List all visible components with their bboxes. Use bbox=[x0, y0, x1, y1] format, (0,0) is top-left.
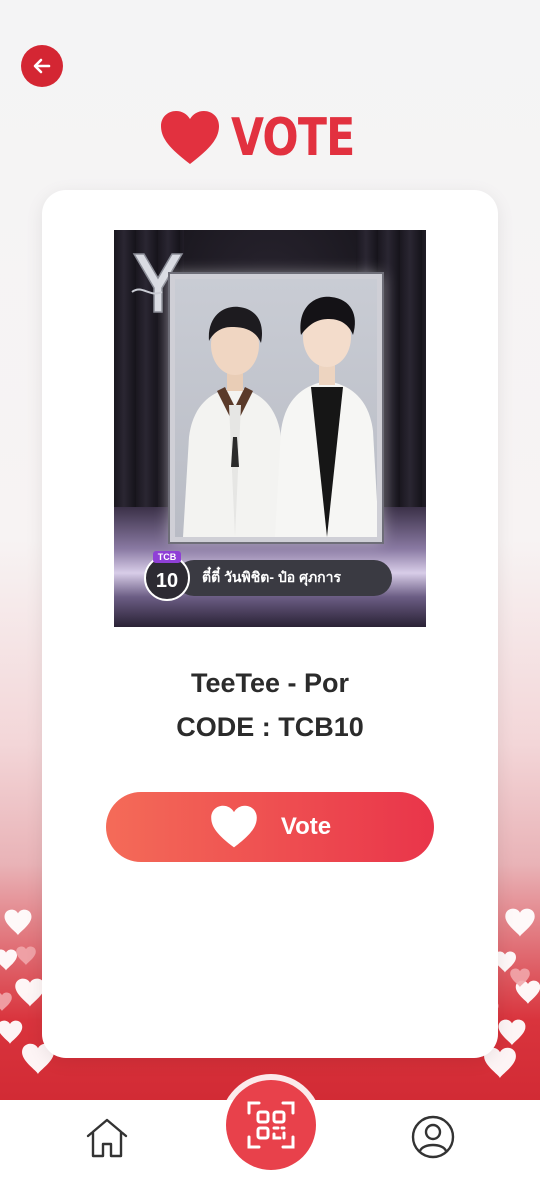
candidate-photo: TCB 10 ตี๋ตี๋ วันพิชิต- ป๋อ ศุภการ bbox=[114, 230, 426, 627]
vote-page: VOTE TCB 10 ตี๋ตี๋ วันพิชิต- ป๋อ ศุภการ … bbox=[0, 0, 540, 1200]
qr-scan-icon bbox=[247, 1101, 295, 1149]
person-right bbox=[275, 296, 377, 537]
page-title-text: VOTE bbox=[231, 108, 355, 168]
heart-icon bbox=[211, 805, 257, 848]
heart-icon bbox=[161, 111, 219, 164]
back-button[interactable] bbox=[21, 45, 63, 87]
vote-button[interactable]: Vote bbox=[106, 792, 434, 862]
photo-badge-number: 10 bbox=[155, 569, 179, 592]
page-title: VOTE bbox=[0, 108, 540, 168]
user-profile-icon bbox=[411, 1115, 455, 1159]
vote-button-label: Vote bbox=[280, 813, 332, 840]
photo-caption: ตี๋ตี๋ วันพิชิต- ป๋อ ศุภการ bbox=[176, 560, 392, 596]
arrow-left-icon bbox=[33, 58, 51, 74]
home-icon bbox=[86, 1118, 128, 1158]
nav-home-button[interactable] bbox=[84, 1116, 130, 1160]
candidate-name: TeeTee - Por bbox=[190, 668, 350, 698]
candidate-card: TCB 10 ตี๋ตี๋ วันพิชิต- ป๋อ ศุภการ TeeTe… bbox=[42, 190, 498, 1058]
photo-name-plate: TCB 10 ตี๋ตี๋ วันพิชิต- ป๋อ ศุภการ bbox=[144, 551, 392, 601]
nav-profile-button[interactable] bbox=[410, 1114, 456, 1160]
candidate-code: CODE : TCB10 bbox=[176, 712, 364, 742]
photo-code-badge: TCB 10 bbox=[144, 551, 190, 601]
photo-badge-label: TCB bbox=[152, 551, 182, 563]
photo-frame bbox=[170, 274, 382, 542]
qr-scan-button[interactable] bbox=[226, 1080, 316, 1170]
